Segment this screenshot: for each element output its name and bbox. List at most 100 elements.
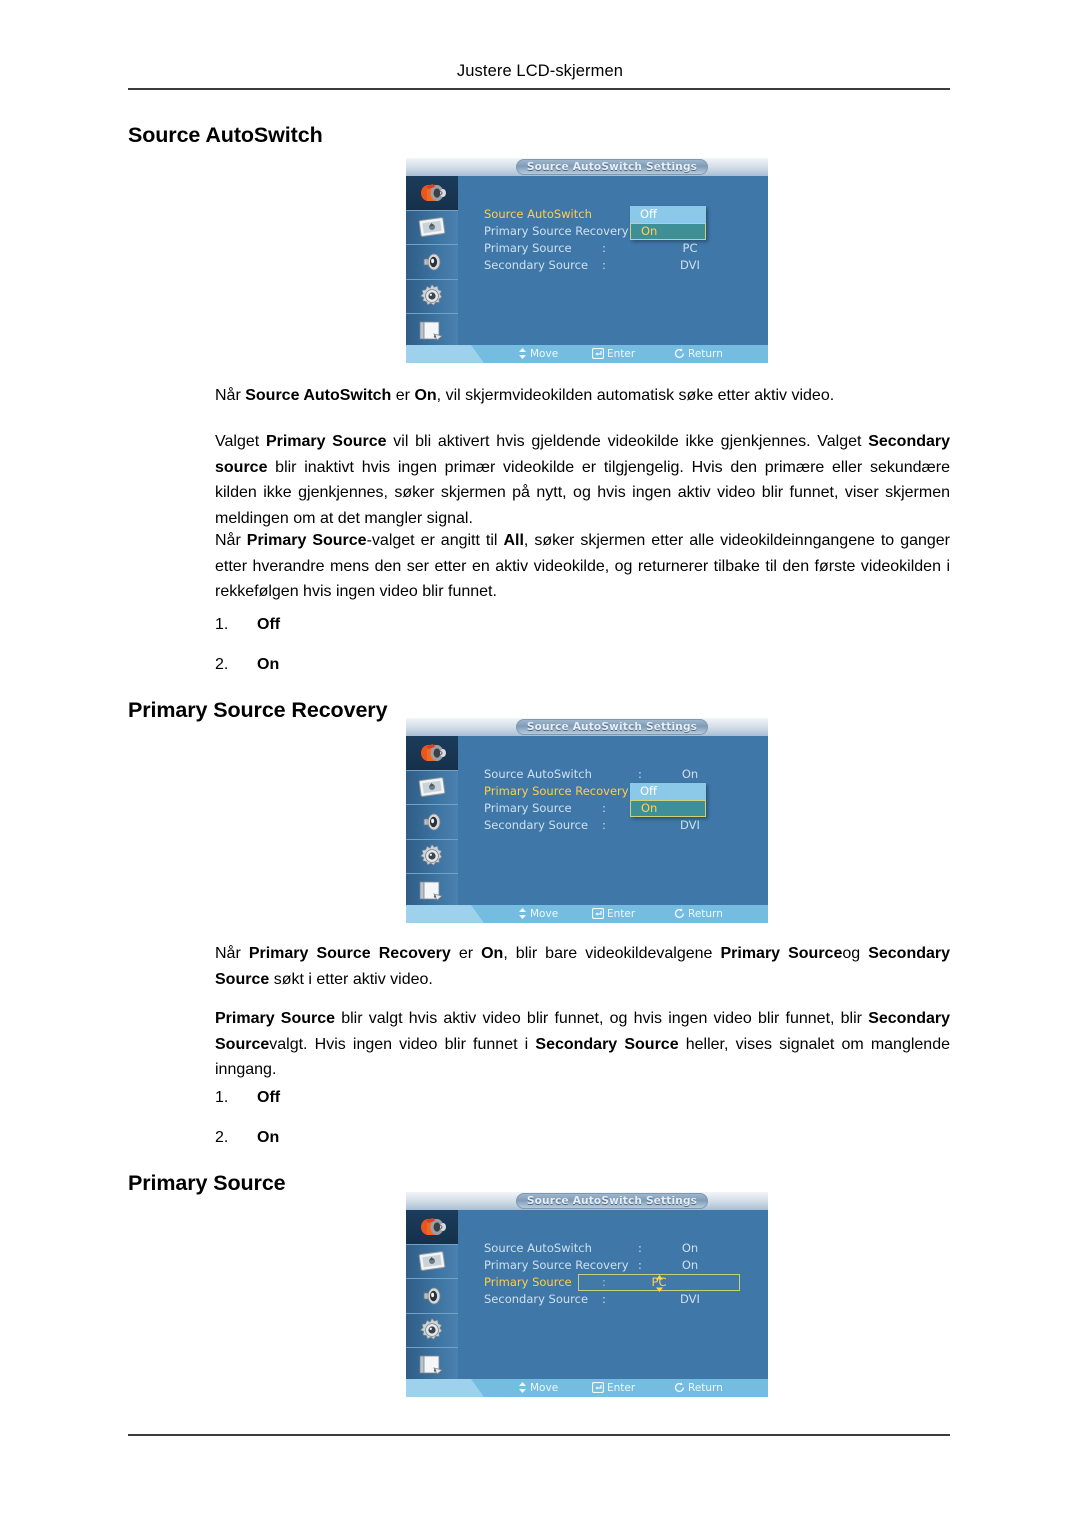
para-3-run-3: All bbox=[503, 532, 524, 549]
osd-source-autoswitch[interactable]: Source AutoSwitch Settings Source AutoSw… bbox=[406, 158, 768, 363]
section-heading-primary-source: Primary Source bbox=[128, 1171, 286, 1195]
header-rule bbox=[128, 88, 950, 90]
input-source-icon bbox=[417, 182, 447, 204]
list-number: 2. bbox=[215, 1129, 229, 1146]
osd-setting-value: DVI bbox=[680, 1292, 700, 1306]
osd-value-dropdown[interactable]: Off On bbox=[630, 783, 706, 817]
osd-dropdown-option-on[interactable]: On bbox=[630, 800, 706, 817]
osd-setting-label: Source AutoSwitch bbox=[484, 1241, 592, 1255]
osd-guide-enter[interactable]: Enter bbox=[591, 905, 636, 923]
osd-sidebar-item-4[interactable] bbox=[406, 874, 458, 909]
gear-setup-icon bbox=[419, 1317, 445, 1343]
enter-key-icon bbox=[591, 347, 607, 360]
osd-sidebar[interactable] bbox=[406, 736, 458, 909]
para-2-run-4: blir inaktivt hvis ingen primær videokil… bbox=[215, 458, 950, 527]
option-list-1-item: 1. Off bbox=[215, 616, 280, 656]
osd-sidebar-item-0[interactable] bbox=[406, 1210, 458, 1245]
para-1-run-0: Når bbox=[215, 387, 246, 404]
osd-sidebar-item-2[interactable] bbox=[406, 245, 458, 280]
osd-guide-bar: Move Enter Return bbox=[406, 905, 768, 923]
para-4-run-8: søkt i etter aktiv video. bbox=[269, 970, 433, 988]
osd-primary-source[interactable]: Source AutoSwitch Settings Source AutoSw… bbox=[406, 1192, 768, 1397]
osd-sidebar-item-4[interactable] bbox=[406, 314, 458, 349]
para-1-run-4: , vil skjermvideokilden automatisk søke … bbox=[436, 387, 835, 404]
osd-guide-move[interactable]: Move bbox=[518, 345, 558, 363]
osd-setting-value: DVI bbox=[680, 258, 700, 272]
input-source-icon bbox=[417, 742, 447, 764]
osd-guide-move[interactable]: Move bbox=[518, 905, 558, 923]
enter-key-icon bbox=[591, 907, 607, 920]
osd-guide-return[interactable]: Return bbox=[674, 1379, 723, 1397]
osd-setting-colon: : bbox=[638, 1241, 642, 1255]
osd-guide-label: Move bbox=[530, 348, 559, 360]
osd-guide-enter[interactable]: Enter bbox=[591, 345, 636, 363]
para-4-run-5: Primary Source bbox=[720, 945, 843, 962]
osd-primary-source-recovery[interactable]: Source AutoSwitch Settings Source AutoSw… bbox=[406, 718, 768, 923]
osd-sidebar-item-3[interactable] bbox=[406, 840, 458, 874]
picture-screen-icon bbox=[418, 776, 446, 798]
osd-title-pill: Source AutoSwitch Settings bbox=[516, 1193, 708, 1209]
osd-guide-enter[interactable]: Enter bbox=[591, 1379, 635, 1397]
gear-setup-icon bbox=[419, 843, 445, 869]
osd-sidebar-item-0[interactable] bbox=[406, 176, 458, 211]
osd-guide-return[interactable]: Return bbox=[674, 905, 723, 923]
up-down-arrow-icon bbox=[518, 908, 530, 920]
osd-guide-return[interactable]: Return bbox=[674, 345, 723, 363]
osd-title-text: Source AutoSwitch Settings bbox=[526, 1195, 698, 1207]
return-arrow-icon bbox=[674, 348, 688, 360]
osd-guide-label: Return bbox=[688, 348, 723, 360]
para-5-run-4: Secondary Source bbox=[535, 1035, 679, 1053]
paragraph-primary-secondary-source: Valget Primary Source vil bli aktivert h… bbox=[215, 429, 950, 531]
osd-setting-value: DVI bbox=[680, 818, 700, 832]
osd-value-dropdown[interactable]: Off On bbox=[630, 206, 706, 240]
osd-guide-move[interactable]: Move bbox=[518, 1379, 558, 1397]
input-source-icon bbox=[417, 1216, 447, 1238]
osd-setting-colon: : bbox=[602, 801, 606, 815]
osd-guide-bar: Move Enter Return bbox=[406, 1379, 768, 1397]
osd-dropdown-option-on[interactable]: On bbox=[630, 223, 706, 240]
para-3-run-2: -valget er angitt til bbox=[366, 532, 504, 549]
osd-sidebar-item-2[interactable] bbox=[406, 805, 458, 840]
osd-value-selection-bar[interactable]: PC bbox=[578, 1274, 740, 1292]
osd-title-pill: Source AutoSwitch Settings bbox=[516, 719, 708, 735]
osd-setting-label: Source AutoSwitch bbox=[484, 767, 592, 781]
osd-sidebar[interactable] bbox=[406, 1210, 458, 1383]
speaker-sound-icon bbox=[420, 1284, 444, 1308]
enter-key-icon bbox=[591, 1381, 607, 1394]
para-3-run-1: Primary Source bbox=[246, 532, 367, 549]
multi-control-icon bbox=[418, 879, 446, 903]
osd-sidebar-item-1[interactable] bbox=[406, 771, 458, 805]
list-label: Off bbox=[257, 1089, 281, 1106]
paragraph-autoswitch-on: Når Source AutoSwitch er On, vil skjermv… bbox=[215, 383, 950, 409]
speaker-sound-icon bbox=[420, 810, 444, 834]
osd-guide-label: Move bbox=[530, 1382, 559, 1394]
paragraph-primary-source-all: Når Primary Source-valget er angitt til … bbox=[215, 528, 950, 605]
osd-setting-value: On bbox=[681, 1241, 699, 1255]
para-4-run-4: , blir bare videokildevalgene bbox=[503, 945, 721, 962]
list-label: Off bbox=[257, 616, 281, 633]
list-number: 1. bbox=[215, 1089, 229, 1106]
para-5-run-3: valgt. Hvis ingen video blir funnet i bbox=[269, 1035, 536, 1053]
running-head: Justere LCD-skjermen bbox=[456, 62, 624, 80]
osd-setting-label: Secondary Source bbox=[484, 258, 589, 272]
list-number: 2. bbox=[215, 656, 229, 673]
osd-setting-colon: : bbox=[602, 818, 606, 832]
para-2-run-1: Primary Source bbox=[265, 433, 387, 450]
osd-sidebar[interactable] bbox=[406, 176, 458, 349]
osd-sidebar-item-3[interactable] bbox=[406, 280, 458, 314]
osd-dropdown-option-off[interactable]: Off bbox=[630, 206, 706, 223]
osd-sidebar-item-2[interactable] bbox=[406, 1279, 458, 1314]
footer-rule bbox=[128, 1434, 950, 1436]
osd-sidebar-item-1[interactable] bbox=[406, 211, 458, 245]
osd-sidebar-item-4[interactable] bbox=[406, 1348, 458, 1383]
osd-dropdown-option-off[interactable]: Off bbox=[630, 783, 706, 800]
para-5-run-1: blir valgt hvis aktiv video blir funnet,… bbox=[335, 1010, 869, 1027]
osd-sidebar-item-1[interactable] bbox=[406, 1245, 458, 1279]
osd-guide-label: Enter bbox=[607, 348, 636, 360]
osd-sidebar-item-0[interactable] bbox=[406, 736, 458, 771]
osd-setting-label: Primary Source Recovery bbox=[484, 1258, 629, 1272]
osd-sidebar-item-3[interactable] bbox=[406, 1314, 458, 1348]
osd-guide-bar: Move Enter Return bbox=[406, 345, 768, 363]
para-4-run-2: er bbox=[450, 945, 482, 962]
osd-guide-label: Enter bbox=[607, 908, 636, 920]
